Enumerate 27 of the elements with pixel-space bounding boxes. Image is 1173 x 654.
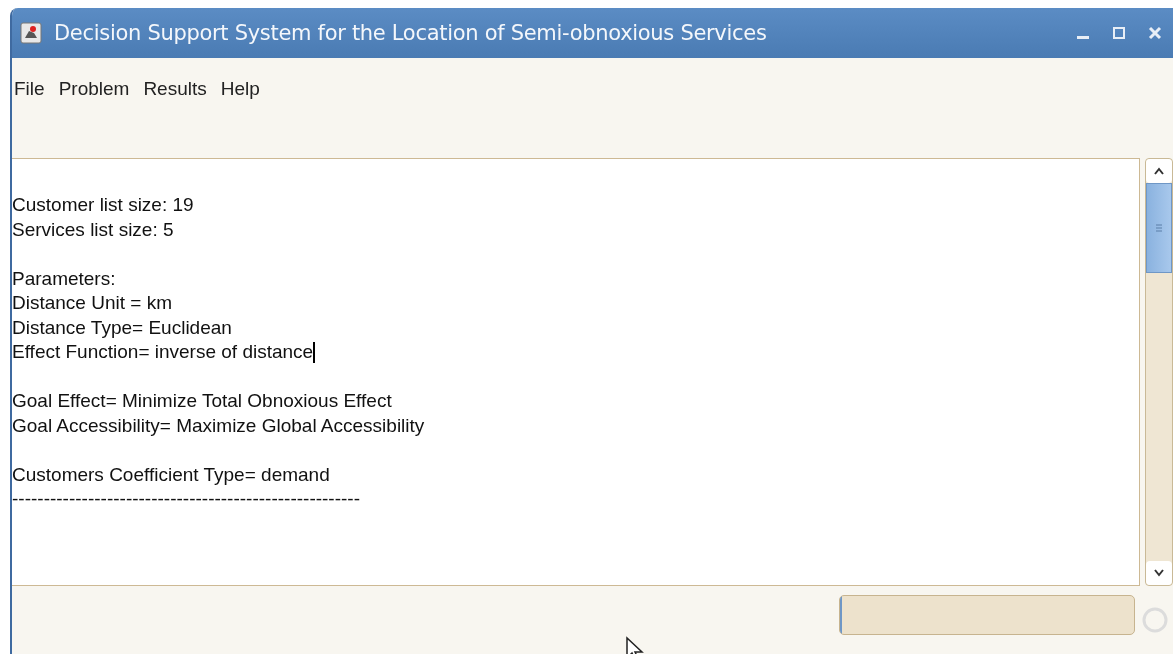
scroll-up-button[interactable] [1146, 159, 1172, 183]
menu-item[interactable]: Results [143, 78, 207, 100]
vertical-scrollbar[interactable] [1145, 158, 1173, 586]
output-line: Goal Accessibility= Maximize Global Accessibility [12, 413, 425, 438]
chevron-down-icon [1153, 569, 1165, 577]
output-line: Services list size: 5 [12, 217, 174, 242]
busy-indicator-icon [1141, 606, 1169, 634]
chevron-up-icon [1153, 167, 1165, 175]
output-line: Customer list size: 19 [12, 193, 194, 217]
output-line: Distance Type= Euclidean [12, 315, 232, 340]
grip-icon [1154, 223, 1164, 233]
menu-item[interactable]: Problem [58, 78, 130, 100]
maximize-icon[interactable] [1111, 25, 1127, 41]
app-icon [20, 22, 42, 44]
scroll-thumb[interactable] [1146, 183, 1172, 273]
menu-item[interactable]: File [14, 78, 45, 100]
close-icon[interactable] [1147, 25, 1163, 41]
output-text-area[interactable] [12, 158, 1140, 586]
output-line: Customers Coefficient Type= demand [12, 462, 330, 487]
output-line: Goal Effect= Minimize Total Obnoxious Effect [12, 389, 392, 413]
output-line: Parameters: [12, 266, 116, 291]
output-line: Distance Unit = km [12, 291, 172, 315]
output-line: Effect Function= inverse of distance [12, 340, 314, 364]
menu-item[interactable]: Help [220, 78, 260, 100]
window-title: Decision Support System for the Location of Semi-obnoxious Services [54, 21, 767, 45]
output-line: ------------------------------------------------------- [12, 487, 360, 511]
scroll-down-button[interactable] [1146, 561, 1172, 585]
